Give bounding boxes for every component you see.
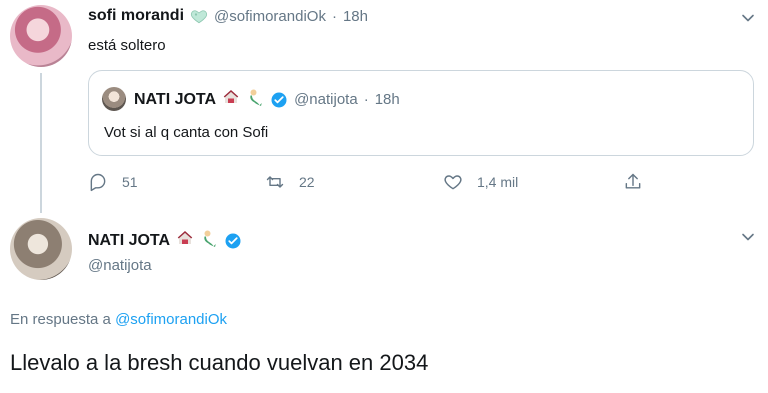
verified-badge-icon (270, 91, 288, 109)
retweet-button[interactable]: 22 (265, 172, 315, 192)
tweet-header: NATI JOTA (88, 229, 242, 252)
quoted-tweet-time: 18h (374, 91, 400, 108)
avatar[interactable] (10, 218, 72, 280)
more-options-chevron-icon[interactable] (740, 229, 756, 250)
separator-dot: · (331, 7, 337, 25)
house-emoji-icon (176, 229, 194, 252)
reply-count: 51 (122, 174, 138, 190)
like-button[interactable]: 1,4 mil (443, 172, 518, 192)
verified-badge-icon (224, 232, 242, 250)
heart-emoji-icon (190, 7, 208, 25)
house-emoji-icon (222, 88, 240, 111)
author-handle[interactable]: @natijota (88, 257, 152, 274)
reply-prefix: En respuesta a (10, 311, 111, 328)
quoted-tweet-header: NATI JOTA @natijota · 18h (134, 88, 400, 111)
tweet-text: está soltero (88, 37, 166, 54)
quoted-tweet-card[interactable] (88, 70, 754, 156)
like-count: 1,4 mil (477, 174, 519, 190)
separator-dot: · (363, 91, 369, 108)
author-handle[interactable]: @sofimorandiOk (214, 8, 326, 25)
thread-connector-line (40, 73, 42, 213)
more-options-chevron-icon[interactable] (740, 10, 756, 31)
reply-button[interactable]: 51 (88, 172, 138, 192)
retweet-count: 22 (299, 174, 315, 190)
quoted-author-name: NATI JOTA (134, 90, 217, 108)
mermaid-emoji-icon (246, 88, 264, 111)
avatar[interactable] (10, 5, 72, 67)
author-name[interactable]: NATI JOTA (88, 232, 170, 250)
tweet-time[interactable]: 18h (343, 8, 368, 25)
reply-handle-link[interactable]: @sofimorandiOk (115, 311, 227, 328)
tweet-header: sofi morandi @sofimorandiOk · 18h (88, 7, 368, 25)
tweet-text: Llevalo a la bresh cuando vuelvan en 203… (10, 350, 429, 375)
author-name[interactable]: sofi morandi (88, 7, 184, 25)
quoted-avatar (102, 87, 126, 111)
reply-context: En respuesta a @sofimorandiOk (10, 311, 227, 328)
quoted-tweet-text: Vot si al q canta con Sofi (104, 124, 269, 141)
quoted-author-handle: @natijota (294, 91, 358, 108)
mermaid-emoji-icon (200, 229, 218, 252)
share-button[interactable] (623, 172, 643, 192)
